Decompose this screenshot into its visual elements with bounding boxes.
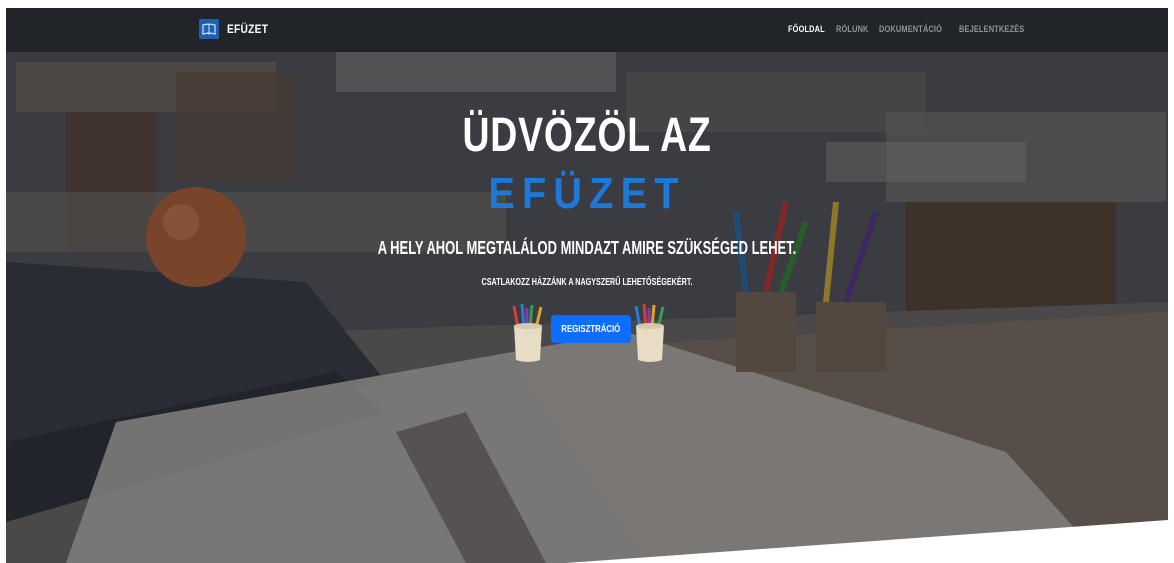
nav-item-dokumentacio[interactable]: DOKUMENTÁCIÓ — [879, 24, 942, 34]
pencil-cup-icon — [634, 303, 665, 362]
brand[interactable]: EFÜZET — [199, 19, 275, 39]
hero-title: ÜDVÖZÖL AZ — [462, 109, 712, 162]
nav-item-rolunk[interactable]: RÓLUNK — [836, 24, 869, 34]
nav-links: FŐOLDAL RÓLUNK DOKUMENTÁCIÓ BEJELENTKEZÉ… — [788, 24, 1032, 34]
navbar: EFÜZET FŐOLDAL RÓLUNK DOKUMENTÁCIÓ BEJEL… — [6, 8, 1168, 52]
hero-tagline: CSATLAKOZZ HÁZZÁNK A NAGYSZERŰ LEHETŐSÉG… — [481, 277, 693, 288]
register-button-label: REGISZTRÁCIÓ — [561, 323, 621, 335]
brand-name: EFÜZET — [227, 22, 269, 36]
page: EFÜZET FŐOLDAL RÓLUNK DOKUMENTÁCIÓ BEJEL… — [6, 8, 1168, 563]
pencil-cup-icon — [512, 303, 543, 362]
hero-section: ÜDVÖZÖL AZ EFÜZET A HELY AHOL MEGTALÁLOD… — [6, 52, 1168, 563]
nav-item-fooldal[interactable]: FŐOLDAL — [788, 24, 825, 34]
cta-row: REGISZTRÁCIÓ — [508, 302, 670, 364]
hero-content: ÜDVÖZÖL AZ EFÜZET A HELY AHOL MEGTALÁLOD… — [6, 52, 1168, 563]
book-icon — [199, 19, 219, 39]
register-button[interactable]: REGISZTRÁCIÓ — [551, 315, 631, 343]
nav-item-bejelentkezes[interactable]: BEJELENTKEZÉS — [959, 24, 1024, 34]
hero-brand-title: EFÜZET — [488, 169, 686, 218]
hero-subtitle: A HELY AHOL MEGTALÁLOD MINDAZT AMIRE SZÜ… — [377, 238, 797, 258]
